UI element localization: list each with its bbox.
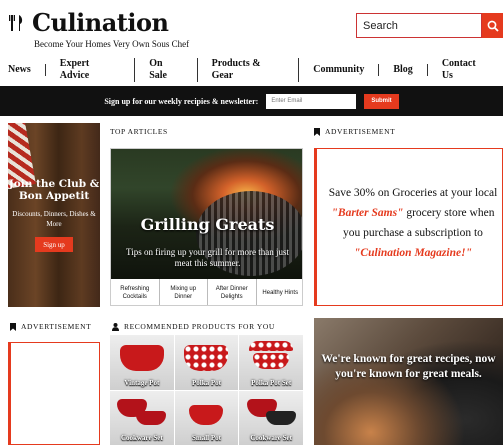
top-articles-heading: TOP ARTICLES: [110, 127, 168, 136]
article-description: Tips on firing up your grill for more th…: [126, 247, 289, 268]
nav-expert-advice[interactable]: Expert Advice: [46, 58, 136, 82]
product-label: Cookware Set: [120, 434, 163, 442]
logo[interactable]: Culination: [8, 8, 169, 37]
advertisement-box[interactable]: Save 30% on Groceries at your local "Bar…: [314, 148, 503, 306]
advertisement-text: Save 30% on Groceries at your local "Bar…: [323, 183, 503, 263]
nav-on-sale[interactable]: On Sale: [135, 58, 198, 82]
signup-button[interactable]: Sign up: [35, 237, 73, 252]
pot-image: [136, 410, 167, 425]
product-card[interactable]: Cookware Set: [110, 390, 174, 445]
ad-store: "Barter Sams": [331, 207, 404, 219]
product-card[interactable]: Vintage Pot: [110, 335, 174, 390]
search-icon: [487, 20, 499, 32]
club-subtitle: Discounts, Dinners, Dishes & More: [12, 210, 96, 228]
products-heading: RECOMMENDED PRODUCTS FOR YOU: [112, 322, 275, 331]
nav-community[interactable]: Community: [299, 64, 380, 76]
club-promo: Join the Club & Bon Appetit Discounts, D…: [8, 123, 100, 307]
fork-knife-icon: [9, 14, 23, 31]
logo-text: Culination: [32, 8, 169, 37]
product-label: Vintage Pot: [124, 378, 160, 387]
search-button[interactable]: [482, 13, 503, 38]
search-input[interactable]: Search: [356, 13, 482, 38]
article-tabs: Refreshing Cocktails Mixing up Dinner Af…: [111, 279, 303, 305]
top-articles-heading-text: TOP ARTICLES: [110, 127, 168, 136]
club-title: Join the Club & Bon Appetit: [8, 178, 100, 202]
product-label: Polka Pot Set: [251, 378, 292, 387]
tagline: Become Your Homes Very Own Sous Chef: [34, 39, 190, 49]
pot-image: [253, 353, 290, 369]
tab-after-dinner-delights[interactable]: After Dinner Delights: [208, 279, 257, 305]
product-card[interactable]: Polka Pot: [174, 335, 239, 390]
ad-line1: Save 30% on Groceries at your local: [328, 187, 498, 199]
bookmark-icon: [10, 322, 16, 331]
nav-contact-us[interactable]: Contact Us: [428, 58, 503, 82]
bookmark-icon: [314, 127, 320, 136]
featured-article[interactable]: Grilling Greats Tips on firing up your g…: [110, 148, 303, 306]
advertisement-heading-text: ADVERTISEMENT: [325, 127, 396, 136]
product-card[interactable]: Polka Pot Set: [239, 335, 303, 390]
products-heading-text: RECOMMENDED PRODUCTS FOR YOU: [124, 322, 275, 331]
user-icon: [112, 322, 119, 331]
cooking-promo[interactable]: We're known for great recipes, now you'r…: [314, 318, 503, 445]
pot-image: [119, 345, 164, 371]
pot-image: [189, 404, 224, 425]
product-card[interactable]: Small Pot: [174, 390, 239, 445]
nav-news[interactable]: News: [0, 64, 46, 76]
site-header: Culination Become Your Homes Very Own So…: [0, 0, 503, 54]
product-label: Small Pot: [192, 434, 221, 442]
nav-products-gear[interactable]: Products & Gear: [198, 58, 300, 82]
pot-image: [184, 345, 229, 371]
promo-text: We're known for great recipes, now you'r…: [321, 353, 496, 380]
advertisement-small-box[interactable]: [8, 342, 100, 445]
main-nav: News Expert Advice On Sale Products & Ge…: [0, 57, 503, 83]
advertisement-small-heading: ADVERTISEMENT: [10, 322, 91, 331]
product-label: Cookware Set: [250, 434, 292, 442]
tab-mixing-up-dinner[interactable]: Mixing up Dinner: [160, 279, 208, 305]
nav-blog[interactable]: Blog: [379, 64, 428, 76]
newsletter-bar: Sign up for our weekly recipies & newsle…: [0, 86, 503, 116]
pot-image: [265, 410, 296, 425]
products-grid: Vintage Pot Polka Pot Polka Pot Set Cook…: [110, 335, 303, 445]
advertisement-small-heading-text: ADVERTISEMENT: [21, 322, 92, 331]
newsletter-label: Sign up for our weekly recipies & newsle…: [104, 96, 259, 106]
submit-button[interactable]: Submit: [364, 93, 399, 109]
email-field[interactable]: Enter Email: [266, 93, 357, 109]
advertisement-heading: ADVERTISEMENT: [314, 127, 395, 136]
article-title[interactable]: Grilling Greats: [111, 215, 302, 234]
product-label: Polka Pot: [192, 378, 221, 387]
tab-refreshing-cocktails[interactable]: Refreshing Cocktails: [111, 279, 160, 305]
ad-magazine: "Culination Magazine!": [354, 247, 472, 259]
pot-image: [249, 341, 294, 351]
tab-healthy-hints[interactable]: Healthy Hints: [257, 279, 303, 305]
product-card[interactable]: Cookware Set: [239, 390, 303, 445]
